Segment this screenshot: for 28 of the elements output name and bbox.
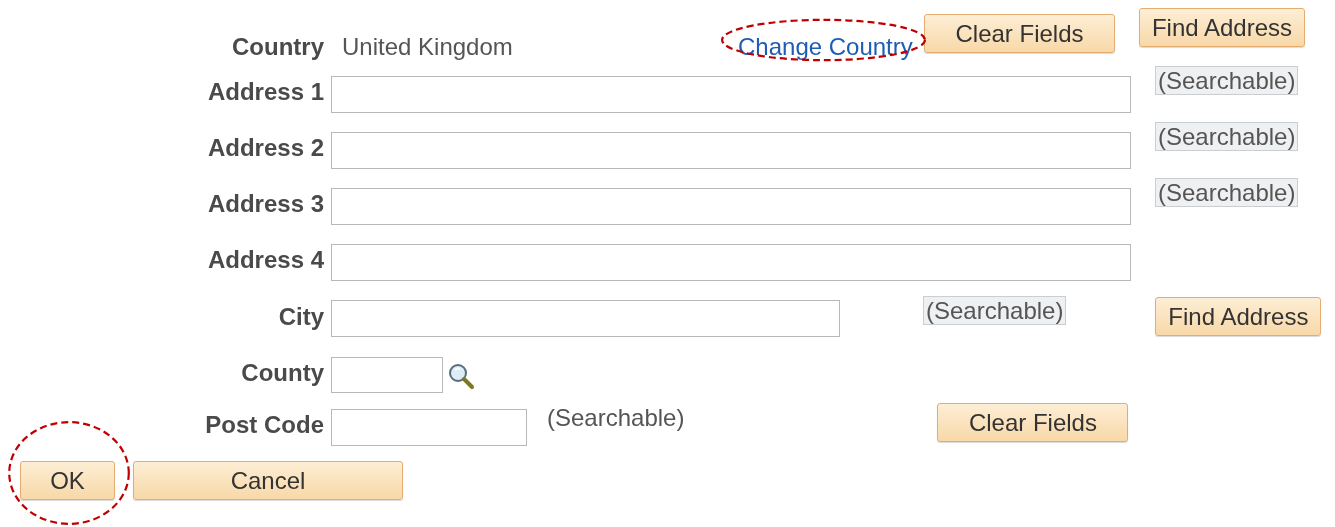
find-address-button[interactable]: Find Address	[1139, 8, 1305, 47]
field-label: County	[240, 359, 324, 387]
input-field[interactable]	[331, 132, 1131, 169]
country-value: United Kingdom	[342, 33, 514, 61]
field-label: Address 2	[206, 134, 324, 162]
search-icon[interactable]	[447, 362, 475, 390]
searchable-note: (Searchable)	[1155, 122, 1299, 151]
cancel-button[interactable]: Cancel	[133, 461, 403, 500]
input-field[interactable]	[331, 244, 1131, 281]
searchable-note: (Searchable)	[547, 404, 685, 432]
input-field[interactable]	[331, 357, 443, 393]
field-label: Address 1	[206, 78, 324, 106]
input-field[interactable]	[331, 409, 527, 446]
input-field[interactable]	[331, 188, 1131, 225]
input-field[interactable]	[331, 76, 1131, 113]
clear-fields-button[interactable]: Clear Fields	[937, 403, 1129, 442]
field-label: Address 3	[206, 190, 324, 218]
input-field[interactable]	[331, 300, 840, 337]
field-label: City	[277, 303, 324, 331]
field-label: Address 4	[206, 246, 324, 274]
searchable-note: (Searchable)	[1155, 178, 1299, 207]
searchable-note: (Searchable)	[923, 296, 1067, 325]
field-label: Country	[231, 33, 324, 61]
searchable-note: (Searchable)	[1155, 66, 1299, 95]
find-address-button[interactable]: Find Address	[1155, 297, 1322, 336]
field-label: Post Code	[204, 411, 324, 439]
ok-button[interactable]: OK	[20, 461, 115, 500]
clear-fields-button[interactable]: Clear Fields	[924, 14, 1115, 53]
